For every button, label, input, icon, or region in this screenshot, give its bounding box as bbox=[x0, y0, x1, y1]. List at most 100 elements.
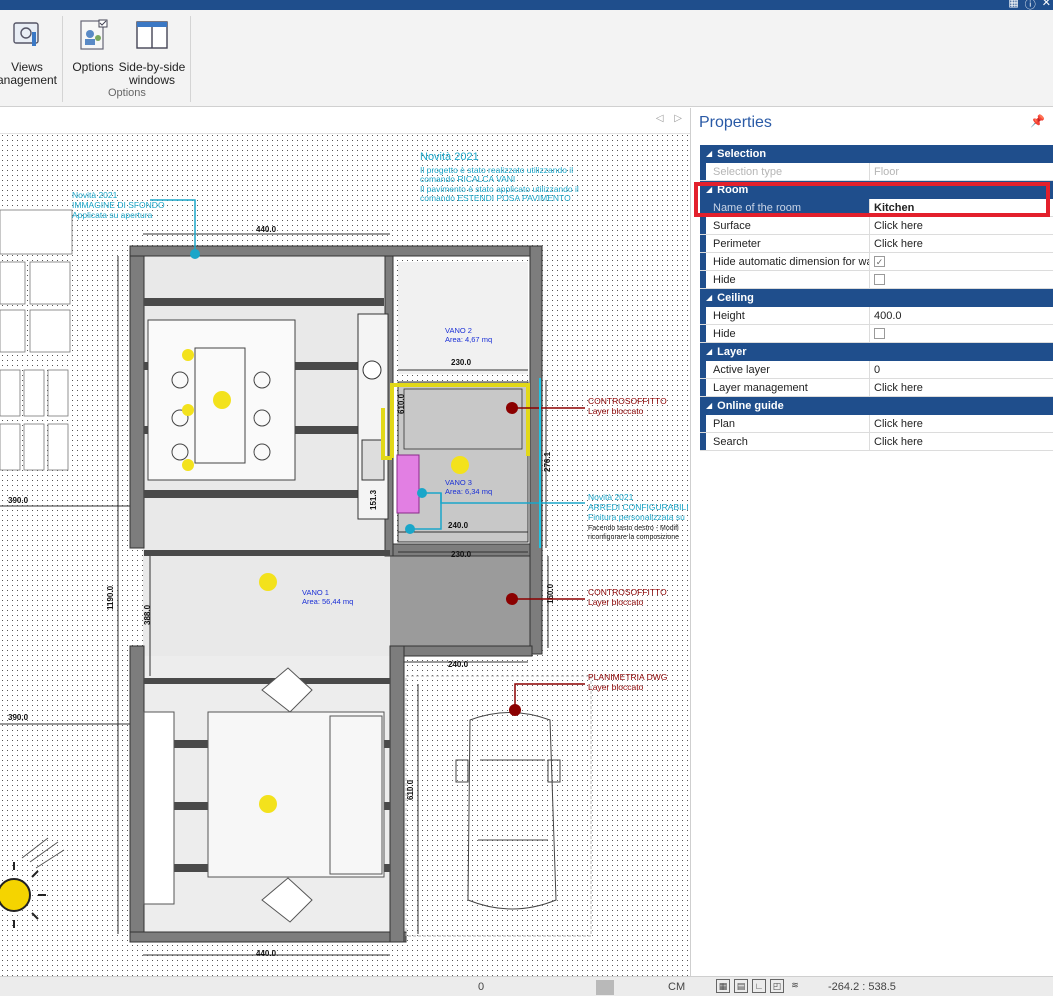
category-layer[interactable]: ◢ Layer bbox=[700, 343, 1053, 361]
properties-title: Properties bbox=[699, 114, 772, 131]
row-hide-dimension[interactable]: Hide automatic dimension for wal ✓ bbox=[700, 253, 1053, 271]
status-value: 0 bbox=[478, 981, 485, 993]
grid-snap-icon[interactable]: ▦ bbox=[716, 979, 730, 993]
prop-key: Selection type bbox=[700, 163, 870, 180]
hall-floor[interactable] bbox=[390, 556, 530, 656]
category-label: Layer bbox=[717, 346, 747, 358]
svg-text:VANO 1: VANO 1 bbox=[302, 588, 329, 597]
svg-text:Layer bloccato: Layer bloccato bbox=[588, 682, 644, 692]
row-layer-management[interactable]: Layer management Click here bbox=[700, 379, 1053, 397]
sun-icon[interactable] bbox=[0, 837, 65, 928]
svg-text:Novità 2021: Novità 2021 bbox=[588, 492, 634, 502]
tab-scroll-arrows[interactable]: ◁ ▷ bbox=[656, 113, 686, 124]
note-top: Novità 2021 Il progetto è stato realizza… bbox=[420, 151, 579, 203]
drawing-canvas[interactable]: 440.0 440.0 230.0 230.0 240.0 240.0 390.… bbox=[0, 108, 690, 976]
prop-key: Active layer bbox=[700, 361, 870, 378]
dim-1190: 1190.0 bbox=[106, 585, 115, 610]
views-management-icon bbox=[13, 22, 39, 46]
row-plan[interactable]: Plan Click here bbox=[700, 415, 1053, 433]
dim-230b: 230.0 bbox=[451, 550, 472, 559]
hide-room-checkbox[interactable] bbox=[874, 274, 885, 285]
floor-plan[interactable]: 440.0 440.0 230.0 230.0 240.0 240.0 390.… bbox=[0, 108, 690, 976]
status-indicator bbox=[596, 980, 614, 995]
ribbon-separator bbox=[62, 16, 63, 102]
views-management-button[interactable]: Views anagement bbox=[0, 18, 58, 87]
row-search[interactable]: Search Click here bbox=[700, 433, 1053, 451]
svg-text:VANO 2: VANO 2 bbox=[445, 326, 472, 335]
row-surface[interactable]: Surface Click here bbox=[700, 217, 1053, 235]
plan-link[interactable]: Click here bbox=[870, 415, 1053, 432]
note-image: Novità 2021 IMMAGINE DI SFONDO Applicata… bbox=[72, 190, 165, 220]
perimeter-link[interactable]: Click here bbox=[870, 235, 1053, 252]
title-bar: ▦ ⓘ ✕ bbox=[0, 0, 1053, 11]
dim-610a: 610.0 bbox=[406, 779, 415, 800]
options-button[interactable]: Options bbox=[70, 18, 116, 74]
category-label: Ceiling bbox=[717, 292, 754, 304]
search-link[interactable]: Click here bbox=[870, 433, 1053, 450]
svg-text:comando RICALCA VANI: comando RICALCA VANI bbox=[420, 174, 515, 184]
active-layer-field[interactable]: 0 bbox=[870, 361, 1053, 378]
category-ceiling[interactable]: ◢ Ceiling bbox=[700, 289, 1053, 307]
prop-key: Height bbox=[700, 307, 870, 324]
svg-text:Area: 56,44 mq: Area: 56,44 mq bbox=[302, 597, 353, 606]
collapse-icon[interactable]: ◢ bbox=[706, 397, 712, 415]
row-perimeter[interactable]: Perimeter Click here bbox=[700, 235, 1053, 253]
collapse-icon[interactable]: ◢ bbox=[706, 343, 712, 361]
svg-text:Novità 2021: Novità 2021 bbox=[72, 190, 118, 200]
grid-icon[interactable]: ▤ bbox=[734, 979, 748, 993]
collapse-icon[interactable]: ◢ bbox=[706, 289, 712, 307]
note-furniture: Novità 2021 ARREDI CONFIGURABILI Finitur… bbox=[588, 492, 689, 541]
side-by-side-button[interactable]: Side-by-side windows bbox=[116, 18, 188, 87]
object-snap-icon[interactable]: ◰ bbox=[770, 979, 784, 993]
ribbon-separator bbox=[190, 16, 191, 102]
views-label-2: anagement bbox=[0, 73, 58, 87]
category-label: Online guide bbox=[717, 400, 784, 412]
row-hide-room[interactable]: Hide bbox=[700, 271, 1053, 289]
note-dwg: PLANIMETRIA DWG Layer bloccato bbox=[588, 672, 667, 692]
svg-text:comando ESTENDI POSA PAVIMENTO: comando ESTENDI POSA PAVIMENTO bbox=[420, 193, 571, 203]
dim-240a: 240.0 bbox=[448, 521, 469, 530]
category-selection[interactable]: ◢ Selection bbox=[700, 145, 1053, 163]
wifi-icon[interactable]: ≋ bbox=[788, 979, 802, 993]
dim-388: 388.0 bbox=[143, 604, 152, 625]
row-active-layer[interactable]: Active layer 0 bbox=[700, 361, 1053, 379]
category-online-guide[interactable]: ◢ Online guide bbox=[700, 397, 1053, 415]
hide-dimension-checkbox[interactable]: ✓ bbox=[874, 256, 885, 267]
dim-160: 160.0 bbox=[546, 583, 555, 604]
options-label: Options bbox=[72, 60, 114, 74]
prop-key: Plan bbox=[700, 415, 870, 432]
units-label[interactable]: CM bbox=[668, 981, 685, 993]
svg-text:CONTROSOFFITTO: CONTROSOFFITTO bbox=[588, 587, 667, 597]
svg-text:VANO 3: VANO 3 bbox=[445, 478, 472, 487]
prop-value: Floor bbox=[874, 166, 900, 178]
ribbon-group-options: Options bbox=[108, 87, 146, 99]
dim-240b: 240.0 bbox=[448, 660, 469, 669]
dwg-frame bbox=[405, 675, 592, 937]
car-block[interactable] bbox=[455, 712, 561, 910]
height-field[interactable]: 400.0 bbox=[870, 307, 1053, 324]
dim-390b: 390.0 bbox=[8, 713, 29, 722]
prop-key: Hide automatic dimension for wal bbox=[700, 253, 870, 270]
prop-key: Search bbox=[700, 433, 870, 450]
dim-230a: 230.0 bbox=[451, 358, 472, 367]
svg-text:Finitura personalizzata su: Finitura personalizzata su bbox=[588, 512, 685, 522]
room-name-highlight bbox=[694, 182, 1050, 217]
row-height[interactable]: Height 400.0 bbox=[700, 307, 1053, 325]
dim-151: 151.3 bbox=[369, 489, 378, 510]
svg-text:Area: 4,67 mq: Area: 4,67 mq bbox=[445, 335, 492, 344]
layer-management-link[interactable]: Click here bbox=[870, 379, 1053, 396]
hide-ceiling-checkbox[interactable] bbox=[874, 328, 885, 339]
bathroom-cabinet[interactable] bbox=[396, 454, 420, 514]
prop-key: Hide bbox=[700, 271, 870, 288]
svg-text:Layer bloccato: Layer bloccato bbox=[588, 406, 644, 416]
row-hide-ceiling[interactable]: Hide bbox=[700, 325, 1053, 343]
status-bar: 0 CM ▦ ▤ ∟ ◰ ≋ -264.2 : 538.5 bbox=[0, 976, 1053, 996]
pin-icon[interactable]: 📌 bbox=[1030, 114, 1045, 128]
row-selection-type[interactable]: Selection type Floor bbox=[700, 163, 1053, 181]
surface-link[interactable]: Click here bbox=[870, 217, 1053, 234]
prop-key: Surface bbox=[700, 217, 870, 234]
svg-text:Area: 6,34 mq: Area: 6,34 mq bbox=[445, 487, 492, 496]
prop-key: Layer management bbox=[700, 379, 870, 396]
ortho-icon[interactable]: ∟ bbox=[752, 979, 766, 993]
collapse-icon[interactable]: ◢ bbox=[706, 145, 712, 163]
